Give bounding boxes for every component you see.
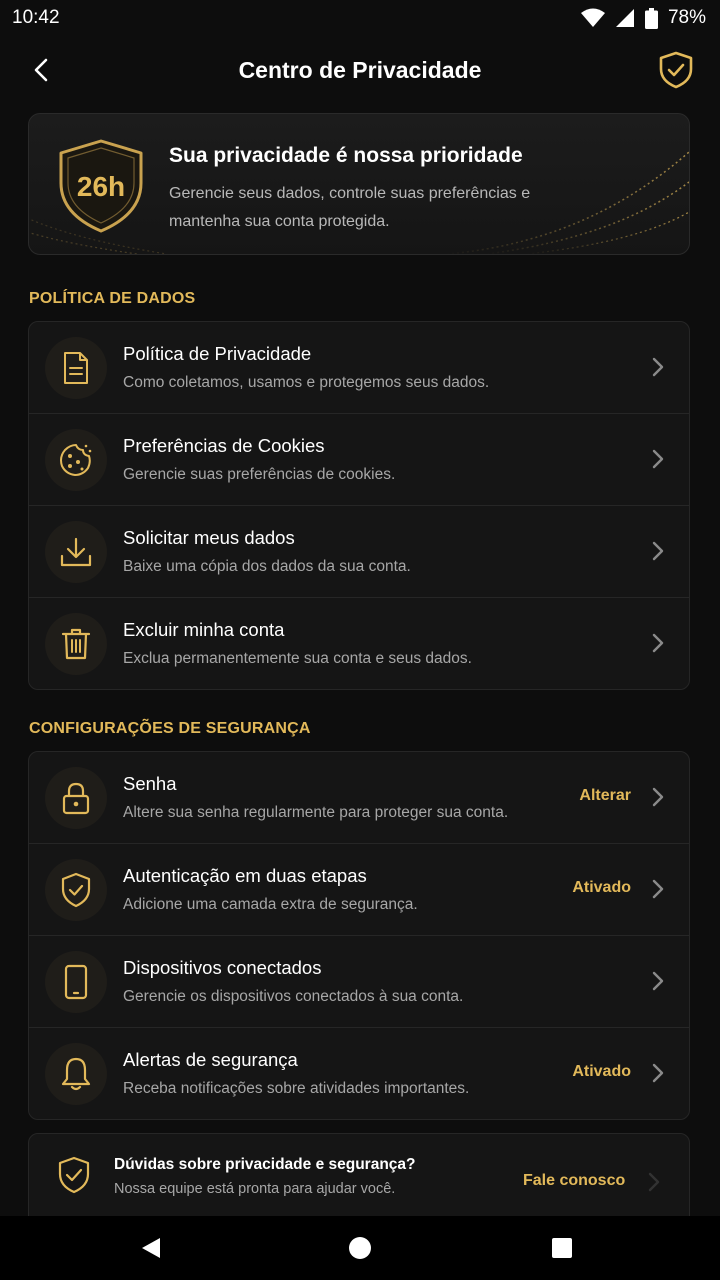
row-subtitle: Altere sua senha regularmente para prote… [123,804,509,821]
chevron-right-icon [652,971,664,991]
section-label-data-policy: POLÍTICA DE DADOS [29,290,196,307]
chevron-right-icon [652,541,664,561]
chevron-right-icon [652,449,664,469]
row-subtitle: Exclua permanentemente sua conta e seus … [123,650,472,667]
row-title: Preferências de Cookies [123,435,325,456]
battery-percent: 78% [667,7,706,28]
row-title: Alertas de segurança [123,1049,298,1070]
phone-icon [64,964,88,1000]
row-request-data[interactable]: Solicitar meus dados Baixe uma cópia dos… [29,506,689,598]
icon-circle [45,429,107,491]
icon-circle [45,951,107,1013]
shield-check-icon [58,1156,90,1194]
help-title: Dúvidas sobre privacidade e segurança? [114,1156,416,1173]
trash-icon [61,628,91,660]
lock-icon [62,782,90,815]
shield-check-icon [61,872,91,908]
chevron-right-icon [652,879,664,899]
badge-text: 26h [77,171,125,202]
nav-recents-icon[interactable] [550,1236,574,1260]
nav-home-icon[interactable] [348,1236,372,1260]
shield-badge-icon: 26h [59,139,143,233]
chevron-right-icon [652,787,664,807]
row-two-factor[interactable]: Autenticação em duas etapas Adicione uma… [29,844,689,936]
section-label-security: CONFIGURAÇÕES DE SEGURANÇA [29,720,311,737]
row-title: Excluir minha conta [123,619,285,640]
row-subtitle: Baixe uma cópia dos dados da sua conta. [123,558,411,575]
row-title: Dispositivos conectados [123,957,322,978]
battery-icon [644,7,658,29]
row-delete-account[interactable]: Excluir minha conta Exclua permanentemen… [29,598,689,689]
page-title: Centro de Privacidade [238,56,482,83]
status-bar: 10:42 78% [0,0,720,36]
icon-circle [45,521,107,583]
chevron-right-icon [648,1172,660,1192]
hero-description: Gerencie seus dados, controle suas prefe… [169,185,531,230]
status-time: 10:42 [12,7,60,28]
icon-circle [45,1043,107,1105]
shield-check-icon[interactable] [658,51,694,89]
cookie-icon [60,444,92,476]
row-privacy-policy[interactable]: Política de Privacidade Como coletamos, … [29,322,689,414]
status-badge: Ativado [572,879,631,896]
contact-us-link[interactable]: Fale conosco [523,1172,625,1190]
data-policy-card: Política de Privacidade Como coletamos, … [28,321,690,690]
system-nav-bar [0,1216,720,1280]
chevron-right-icon [652,1063,664,1083]
row-password[interactable]: Senha Altere sua senha regularmente para… [29,752,689,844]
row-subtitle: Gerencie suas preferências de cookies. [123,466,396,483]
signal-icon [615,9,634,27]
row-subtitle: Gerencie os dispositivos conectados à su… [123,988,464,1005]
row-title: Política de Privacidade [123,343,312,364]
help-subtitle: Nossa equipe está pronta para ajudar voc… [114,1181,396,1197]
row-cookie-preferences[interactable]: Preferências de Cookies Gerencie suas pr… [29,414,689,506]
bell-icon [61,1057,91,1091]
row-connected-devices[interactable]: Dispositivos conectados Gerencie os disp… [29,936,689,1028]
hero-title: Sua privacidade é nossa prioridade [169,144,523,167]
icon-circle [45,337,107,399]
row-title: Solicitar meus dados [123,527,295,548]
chevron-right-icon [652,357,664,377]
icon-circle [45,613,107,675]
chevron-right-icon [652,633,664,653]
document-icon [64,352,88,384]
row-subtitle: Como coletamos, usamos e protegemos seus… [123,374,490,391]
icon-circle [45,767,107,829]
row-title: Senha [123,773,177,794]
privacy-hero-card: 26h Sua privacidade é nossa prioridade G… [28,113,690,255]
nav-back-icon[interactable] [139,1236,163,1260]
status-badge: Ativado [572,1063,631,1080]
download-icon [60,537,92,567]
back-arrow-icon[interactable] [26,54,58,86]
row-subtitle: Adicione uma camada extra de segurança. [123,896,418,913]
app-bar: Centro de Privacidade [0,36,720,104]
row-title: Autenticação em duas etapas [123,865,367,886]
row-security-alerts[interactable]: Alertas de segurança Receba notificações… [29,1028,689,1119]
icon-circle [45,859,107,921]
status-icons: 78% [580,7,706,29]
wifi-icon [580,8,605,27]
security-card: Senha Altere sua senha regularmente para… [28,751,690,1120]
row-subtitle: Receba notificações sobre atividades imp… [123,1080,470,1097]
status-action[interactable]: Alterar [579,787,631,805]
